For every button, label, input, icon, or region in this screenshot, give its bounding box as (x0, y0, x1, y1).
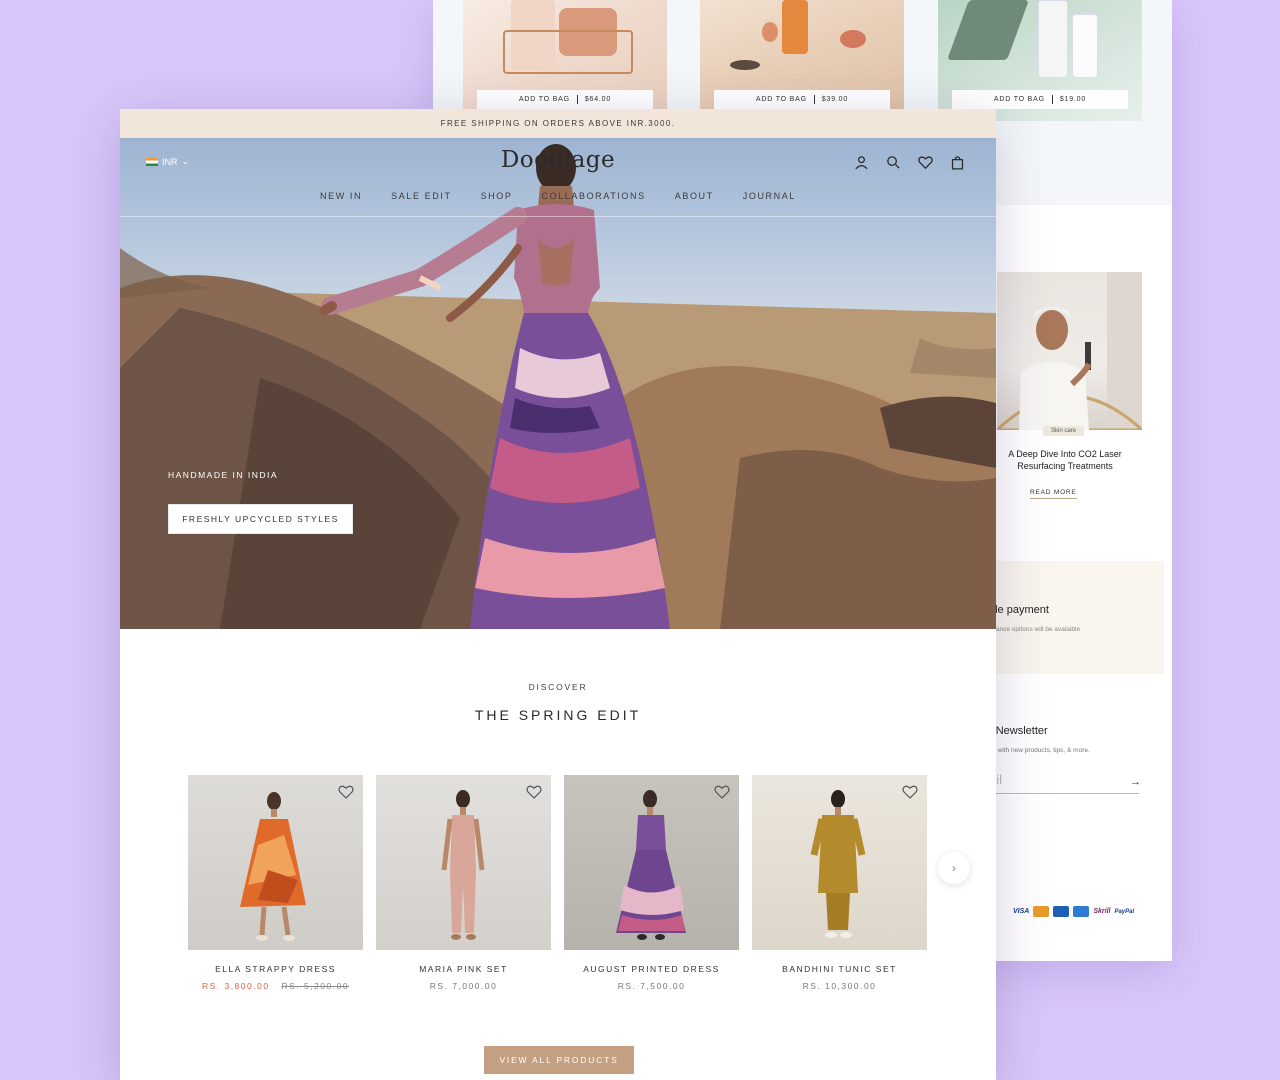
blog-tag: Skin care (1043, 426, 1085, 436)
visa-icon: VISA (1013, 908, 1030, 915)
beauty-product-card[interactable]: ADD TO BAG $64.00 (463, 0, 667, 121)
mastercard-icon (1033, 906, 1050, 917)
heart-icon[interactable] (525, 783, 543, 801)
nav-item-about[interactable]: ABOUT (675, 191, 714, 201)
product-carousel: ELLA STRAPPY DRESS RS. 3,800.00 RS. 5,20… (188, 775, 927, 991)
product-name[interactable]: BANDHINI TUNIC SET (752, 964, 927, 974)
nav-item-new-in[interactable]: NEW IN (320, 191, 362, 201)
header-divider (120, 216, 996, 217)
heart-icon[interactable] (713, 783, 731, 801)
hero-landscape-image (120, 144, 996, 629)
product-image[interactable] (564, 775, 739, 950)
announcement-bar: FREE SHIPPING ON ORDERS ABOVE INR.3000. (120, 109, 996, 138)
product-name[interactable]: ELLA STRAPPY DRESS (188, 964, 363, 974)
product-card[interactable]: ELLA STRAPPY DRESS RS. 3,800.00 RS. 5,20… (188, 775, 363, 991)
add-to-bag-label: ADD TO BAG (993, 96, 1045, 103)
product-price: RS. 7,000.00 (429, 981, 498, 991)
product-price: RS. 3,800.00 RS. 5,200.00 (188, 981, 363, 991)
read-more-link[interactable]: READ MORE (1030, 489, 1077, 499)
maestro-icon (1053, 906, 1070, 917)
blog-title[interactable]: A Deep Dive Into CO2 Laser Resurfacing T… (990, 448, 1140, 472)
payment-title: ble payment (989, 604, 1049, 616)
bag-icon[interactable] (949, 154, 966, 171)
blog-image[interactable] (997, 272, 1142, 430)
nav-item-collaborations[interactable]: COLLABORATIONS (541, 191, 645, 201)
beauty-product-card[interactable]: ADD TO BAG $19.00 (938, 0, 1142, 121)
add-to-bag-label: ADD TO BAG (518, 96, 570, 103)
product-card[interactable]: BANDHINI TUNIC SET RS. 10,300.00 (752, 775, 927, 991)
nav-item-sale-edit[interactable]: SALE EDIT (391, 191, 451, 201)
product-price: $19.00 (1059, 96, 1087, 103)
heart-icon[interactable] (337, 783, 355, 801)
nav-item-shop[interactable]: SHOP (481, 191, 513, 201)
add-to-bag-button[interactable]: ADD TO BAG $64.00 (477, 90, 653, 109)
model-illustration (240, 792, 306, 941)
section-eyebrow: DISCOVER (528, 682, 588, 692)
model-illustration (441, 790, 485, 940)
view-all-products-button[interactable]: VIEW ALL PRODUCTS (484, 1046, 634, 1074)
payment-methods: VISA Skrill PayPal (1013, 906, 1134, 917)
newsletter-title: r Newsletter (989, 725, 1048, 737)
product-price: RS. 10,300.00 (802, 981, 877, 991)
divider (1051, 95, 1053, 104)
product-name[interactable]: AUGUST PRINTED DRESS (564, 964, 739, 974)
account-icon[interactable] (853, 154, 870, 171)
woman-skincare-illustration (997, 272, 1142, 430)
newsletter-subtitle: ve with new products, tips, & more. (989, 747, 1090, 754)
heart-icon[interactable] (917, 154, 934, 171)
product-price: $64.00 (584, 96, 612, 103)
product-price: $39.00 (821, 96, 849, 103)
doodlage-site-preview: FREE SHIPPING ON ORDERS ABOVE INR.3000. (120, 109, 996, 1080)
model-illustration (616, 790, 686, 940)
section-title: THE SPRING EDIT (474, 707, 642, 723)
divider (813, 95, 815, 104)
hero-banner: INR ⌄ Doodlage NEW IN SALE EDIT SHOP COL… (120, 138, 996, 629)
product-card[interactable]: MARIA PINK SET RS. 7,000.00 (376, 775, 551, 991)
product-image[interactable] (752, 775, 927, 950)
beauty-product-card[interactable]: ADD TO BAG $39.00 (700, 0, 904, 121)
compare-at-price: RS. 5,200.00 (281, 981, 350, 991)
product-image[interactable] (188, 775, 363, 950)
product-card[interactable]: AUGUST PRINTED DRESS RS. 7,500.00 (564, 775, 739, 991)
product-image[interactable] (376, 775, 551, 950)
newsletter-email-input[interactable]: ail (989, 770, 1139, 794)
model-illustration (810, 790, 866, 938)
paypal-icon: PayPal (1114, 908, 1135, 915)
search-icon[interactable] (885, 154, 902, 171)
amex-icon (1073, 906, 1090, 917)
hero-eyebrow: HANDMADE IN INDIA (168, 470, 279, 480)
product-price: RS. 7,500.00 (617, 981, 686, 991)
arrow-right-icon[interactable]: → (1130, 776, 1141, 788)
main-nav: NEW IN SALE EDIT SHOP COLLABORATIONS ABO… (120, 191, 996, 201)
chevron-right-icon: › (952, 861, 956, 875)
add-to-bag-label: ADD TO BAG (755, 96, 807, 103)
carousel-next-button[interactable]: › (938, 852, 970, 884)
add-to-bag-button[interactable]: ADD TO BAG $19.00 (952, 90, 1128, 109)
divider (576, 95, 578, 104)
add-to-bag-button[interactable]: ADD TO BAG $39.00 (714, 90, 890, 109)
payment-subtitle: finance opitons will be available (989, 626, 1081, 633)
header-icons (853, 154, 966, 171)
hero-cta-button[interactable]: FRESHLY UPCYCLED STYLES (168, 504, 353, 534)
product-name[interactable]: MARIA PINK SET (376, 964, 551, 974)
sale-price: RS. 3,800.00 (201, 981, 270, 991)
nav-item-journal[interactable]: JOURNAL (743, 191, 796, 201)
skrill-icon: Skrill (1093, 908, 1111, 915)
heart-icon[interactable] (901, 783, 919, 801)
